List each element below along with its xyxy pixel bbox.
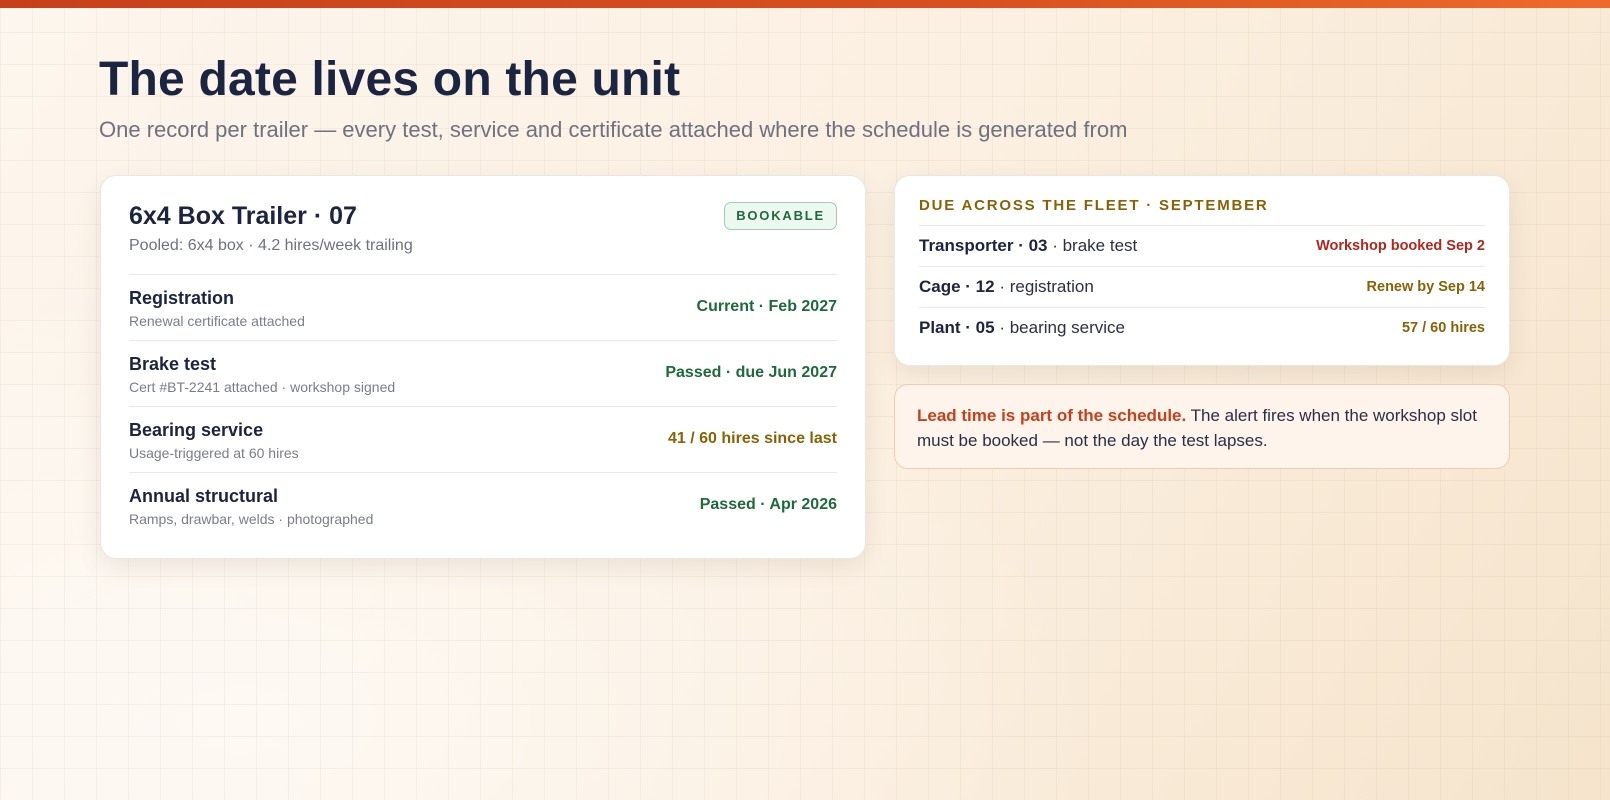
fleet-row-cage[interactable]: Cage · 12 · registration Renew by Sep 14: [919, 267, 1485, 308]
record-name: Brake test: [129, 354, 217, 374]
fleet-row-plant[interactable]: Plant · 05 · bearing service 57 / 60 hir…: [919, 308, 1485, 348]
record-note: Cert #BT-2241 attached · workshop signed: [129, 379, 396, 395]
record-status: 41 / 60 hires since last: [668, 430, 837, 447]
record-name: Bearing service: [129, 420, 264, 440]
page-title: The date lives on the unit: [99, 53, 681, 106]
unit-record-card[interactable]: 6x4 Box Trailer · 07 Pooled: 6x4 box · 4…: [100, 175, 866, 559]
unit-meta: Pooled: 6x4 box · 4.2 hires/week trailin…: [129, 237, 413, 254]
record-note: Usage-triggered at 60 hires: [129, 445, 299, 461]
fleet-heading: DUE ACROSS THE FLEET · SEPTEMBER: [919, 196, 1485, 226]
fleet-task: · registration: [994, 277, 1094, 296]
lead-time-callout: Lead time is part of the schedule. The a…: [894, 384, 1510, 469]
fleet-task: · brake test: [1047, 236, 1138, 255]
record-name: Annual structural: [129, 486, 279, 506]
record-row-registration[interactable]: Registration Renewal certificate attache…: [129, 275, 837, 341]
record-row-annual-structural[interactable]: Annual structural Ramps, drawbar, welds …: [129, 473, 837, 539]
record-status: Passed · due Jun 2027: [665, 364, 837, 381]
record-note: Renewal certificate attached: [129, 313, 305, 329]
fleet-status: Renew by Sep 14: [1366, 279, 1485, 295]
top-accent-bar: [0, 0, 1610, 8]
record-status: Current · Feb 2027: [696, 298, 837, 315]
record-name: Registration: [129, 288, 235, 308]
status-badge: BOOKABLE: [724, 202, 837, 230]
record-note: Ramps, drawbar, welds · photographed: [129, 511, 374, 527]
record-status: Passed · Apr 2026: [699, 496, 837, 513]
fleet-status: 57 / 60 hires: [1401, 320, 1485, 336]
record-row-bearing-service[interactable]: Bearing service Usage-triggered at 60 hi…: [129, 407, 837, 473]
fleet-row-transporter[interactable]: Transporter · 03 · brake test Workshop b…: [919, 226, 1485, 267]
callout-lead: Lead time is part of the schedule.: [917, 406, 1187, 425]
fleet-unit: Cage · 12: [919, 277, 995, 296]
fleet-unit: Transporter · 03: [919, 236, 1048, 255]
fleet-due-card: DUE ACROSS THE FLEET · SEPTEMBER Transpo…: [894, 175, 1510, 366]
fleet-status: Workshop booked Sep 2: [1316, 238, 1485, 254]
fleet-unit: Plant · 05: [919, 318, 995, 337]
unit-header: 6x4 Box Trailer · 07 Pooled: 6x4 box · 4…: [129, 202, 837, 275]
page-subtitle: One record per trailer — every test, ser…: [99, 117, 1128, 142]
record-row-brake-test[interactable]: Brake test Cert #BT-2241 attached · work…: [129, 341, 837, 407]
fleet-task: · bearing service: [994, 318, 1125, 337]
